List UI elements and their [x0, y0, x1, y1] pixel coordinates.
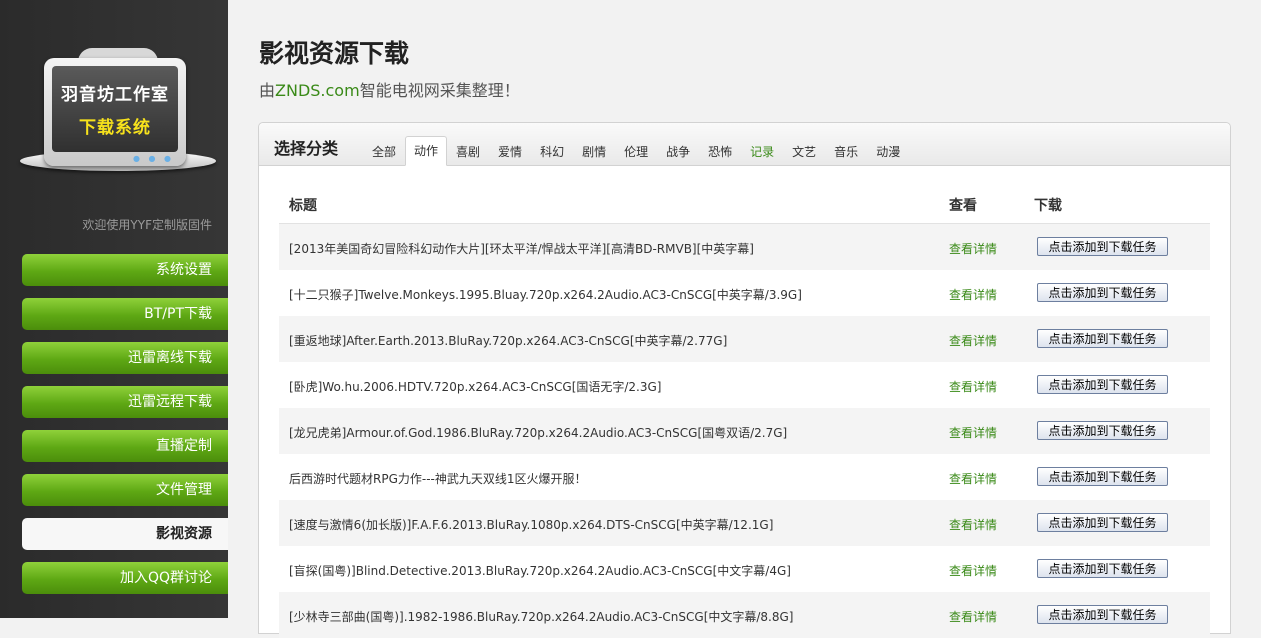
resource-table: 标题 查看 下载 [2013年美国奇幻冒险科幻动作大片][环太平洋/悍战太平洋]…: [279, 185, 1210, 638]
category-tab[interactable]: 记录: [741, 137, 783, 166]
row-title: [少林寺三部曲(国粤)].1982-1986.BluRay.720p.x264.…: [289, 610, 794, 624]
sidebar-item[interactable]: 迅雷远程下载: [22, 386, 228, 418]
view-details-link[interactable]: 查看详情: [949, 332, 997, 349]
table-row: [速度与激情6(加长版)]F.A.F.6.2013.BluRay.1080p.x…: [279, 500, 1210, 546]
view-details-link[interactable]: 查看详情: [949, 378, 997, 395]
category-tab[interactable]: 伦理: [615, 137, 657, 166]
add-download-task-button[interactable]: 点击添加到下载任务: [1037, 605, 1168, 624]
category-tab[interactable]: 爱情: [489, 137, 531, 166]
table-row: [十二只猴子]Twelve.Monkeys.1995.Bluay.720p.x2…: [279, 270, 1210, 316]
category-tab[interactable]: 动作: [405, 136, 448, 166]
table-body: [2013年美国奇幻冒险科幻动作大片][环太平洋/悍战太平洋][高清BD-RMV…: [279, 224, 1210, 638]
tv-screen: 羽音坊工作室 下载系统: [52, 66, 178, 152]
row-title: [卧虎]Wo.hu.2006.HDTV.720p.x264.AC3-CnSCG[…: [289, 380, 662, 394]
sidebar-item[interactable]: 直播定制: [22, 430, 228, 462]
table-row: [龙兄虎弟]Armour.of.God.1986.BluRay.720p.x26…: [279, 408, 1210, 454]
sidebar-nav: 系统设置 BT/PT下载 迅雷离线下载 迅雷远程下载 直播定制文件管理影视资源加入QQ群…: [22, 254, 228, 606]
sidebar-item[interactable]: 系统设置: [22, 254, 228, 286]
add-download-task-button[interactable]: 点击添加到下载任务: [1037, 237, 1168, 256]
page-subtitle: 由ZNDS.com智能电视网采集整理！: [259, 77, 520, 101]
add-download-task-button[interactable]: 点击添加到下载任务: [1037, 283, 1168, 302]
category-tab[interactable]: 文艺: [783, 137, 825, 166]
column-header-title: 标题: [289, 198, 317, 214]
category-tab[interactable]: 动漫: [867, 137, 909, 166]
welcome-text: 欢迎使用YYF定制版固件: [82, 218, 212, 232]
table-row: [少林寺三部曲(国粤)].1982-1986.BluRay.720p.x264.…: [279, 592, 1210, 638]
category-tab[interactable]: 战争: [657, 137, 699, 166]
row-title: [盲探(国粤)]Blind.Detective.2013.BluRay.720p…: [289, 564, 791, 578]
sidebar-item[interactable]: BT/PT下载: [22, 298, 228, 330]
table-header: 标题 查看 下载: [279, 185, 1210, 224]
resource-panel: 选择分类 全部 动作 喜剧 爱情 科幻 剧情 伦理 战争 恐怖 记录 文艺 音乐 动漫 标题 查看 下载…: [258, 122, 1231, 638]
category-tab[interactable]: 喜剧: [447, 137, 489, 166]
view-details-link[interactable]: 查看详情: [949, 470, 997, 487]
row-title: [速度与激情6(加长版)]F.A.F.6.2013.BluRay.1080p.x…: [289, 518, 774, 532]
view-details-link[interactable]: 查看详情: [949, 608, 997, 625]
column-header-view: 查看: [949, 198, 977, 214]
table-row: 后西游时代题材RPG力作---神武九天双线1区火爆开服！ 查看详情 点击添加到下载任…: [279, 454, 1210, 500]
table-row: [盲探(国粤)]Blind.Detective.2013.BluRay.720p…: [279, 546, 1210, 592]
view-details-link[interactable]: 查看详情: [949, 516, 997, 533]
table-row: [卧虎]Wo.hu.2006.HDTV.720p.x264.AC3-CnSCG[…: [279, 362, 1210, 408]
category-tab[interactable]: 全部: [363, 137, 405, 166]
category-tabs: 全部 动作 喜剧 爱情 科幻 剧情 伦理 战争 恐怖 记录 文艺 音乐 动漫: [363, 136, 909, 166]
subtitle-brand: ZNDS.com: [275, 81, 360, 100]
table-row: [重返地球]After.Earth.2013.BluRay.720p.x264.…: [279, 316, 1210, 362]
category-tab[interactable]: 恐怖: [699, 137, 741, 166]
logo: 羽音坊工作室 下载系统 ● ● ●: [18, 48, 218, 178]
add-download-task-button[interactable]: 点击添加到下载任务: [1037, 375, 1168, 394]
main-content: 影视资源下载 由ZNDS.com智能电视网采集整理！ 选择分类 全部 动作 喜剧 爱情…: [228, 0, 1261, 638]
sidebar-item[interactable]: 文件管理: [22, 474, 228, 506]
row-title: 后西游时代题材RPG力作---神武九天双线1区火爆开服！: [289, 472, 587, 486]
sidebar: 羽音坊工作室 下载系统 ● ● ● 欢迎使用YYF定制版固件 系统设置 BT/PT…: [0, 0, 228, 618]
page-title: 影视资源下载: [259, 39, 410, 68]
add-download-task-button[interactable]: 点击添加到下载任务: [1037, 513, 1168, 532]
add-download-task-button[interactable]: 点击添加到下载任务: [1037, 467, 1168, 486]
row-title: [十二只猴子]Twelve.Monkeys.1995.Bluay.720p.x2…: [289, 288, 802, 302]
category-tab[interactable]: 科幻: [531, 137, 573, 166]
subtitle-suffix: 智能电视网采集整理！: [359, 81, 520, 100]
row-title: [重返地球]After.Earth.2013.BluRay.720p.x264.…: [289, 334, 728, 348]
view-details-link[interactable]: 查看详情: [949, 562, 997, 579]
view-details-link[interactable]: 查看详情: [949, 240, 997, 257]
add-download-task-button[interactable]: 点击添加到下载任务: [1037, 559, 1168, 578]
add-download-task-button[interactable]: 点击添加到下载任务: [1037, 329, 1168, 348]
logo-line2: 下载系统: [79, 118, 151, 138]
category-tab[interactable]: 剧情: [573, 137, 615, 166]
category-tab[interactable]: 音乐: [825, 137, 867, 166]
tv-indicator-dots-icon: ● ● ●: [132, 154, 174, 163]
row-title: [龙兄虎弟]Armour.of.God.1986.BluRay.720p.x26…: [289, 426, 788, 440]
sidebar-item[interactable]: 加入QQ群讨论: [22, 562, 228, 594]
tv-body: 羽音坊工作室 下载系统 ● ● ●: [44, 58, 186, 166]
row-title: [2013年美国奇幻冒险科幻动作大片][环太平洋/悍战太平洋][高清BD-RMV…: [289, 242, 754, 256]
panel-header: 选择分类 全部 动作 喜剧 爱情 科幻 剧情 伦理 战争 恐怖 记录 文艺 音乐 动漫: [259, 123, 1230, 166]
view-details-link[interactable]: 查看详情: [949, 424, 997, 441]
sidebar-item[interactable]: 迅雷离线下载: [22, 342, 228, 374]
subtitle-prefix: 由: [259, 81, 276, 100]
column-header-download: 下载: [1034, 198, 1062, 214]
table-row: [2013年美国奇幻冒险科幻动作大片][环太平洋/悍战太平洋][高清BD-RMV…: [279, 224, 1210, 270]
sidebar-item[interactable]: 影视资源: [22, 518, 228, 550]
add-download-task-button[interactable]: 点击添加到下载任务: [1037, 421, 1168, 440]
panel-title: 选择分类: [274, 139, 339, 158]
view-details-link[interactable]: 查看详情: [949, 286, 997, 303]
logo-line1: 羽音坊工作室: [61, 85, 169, 105]
